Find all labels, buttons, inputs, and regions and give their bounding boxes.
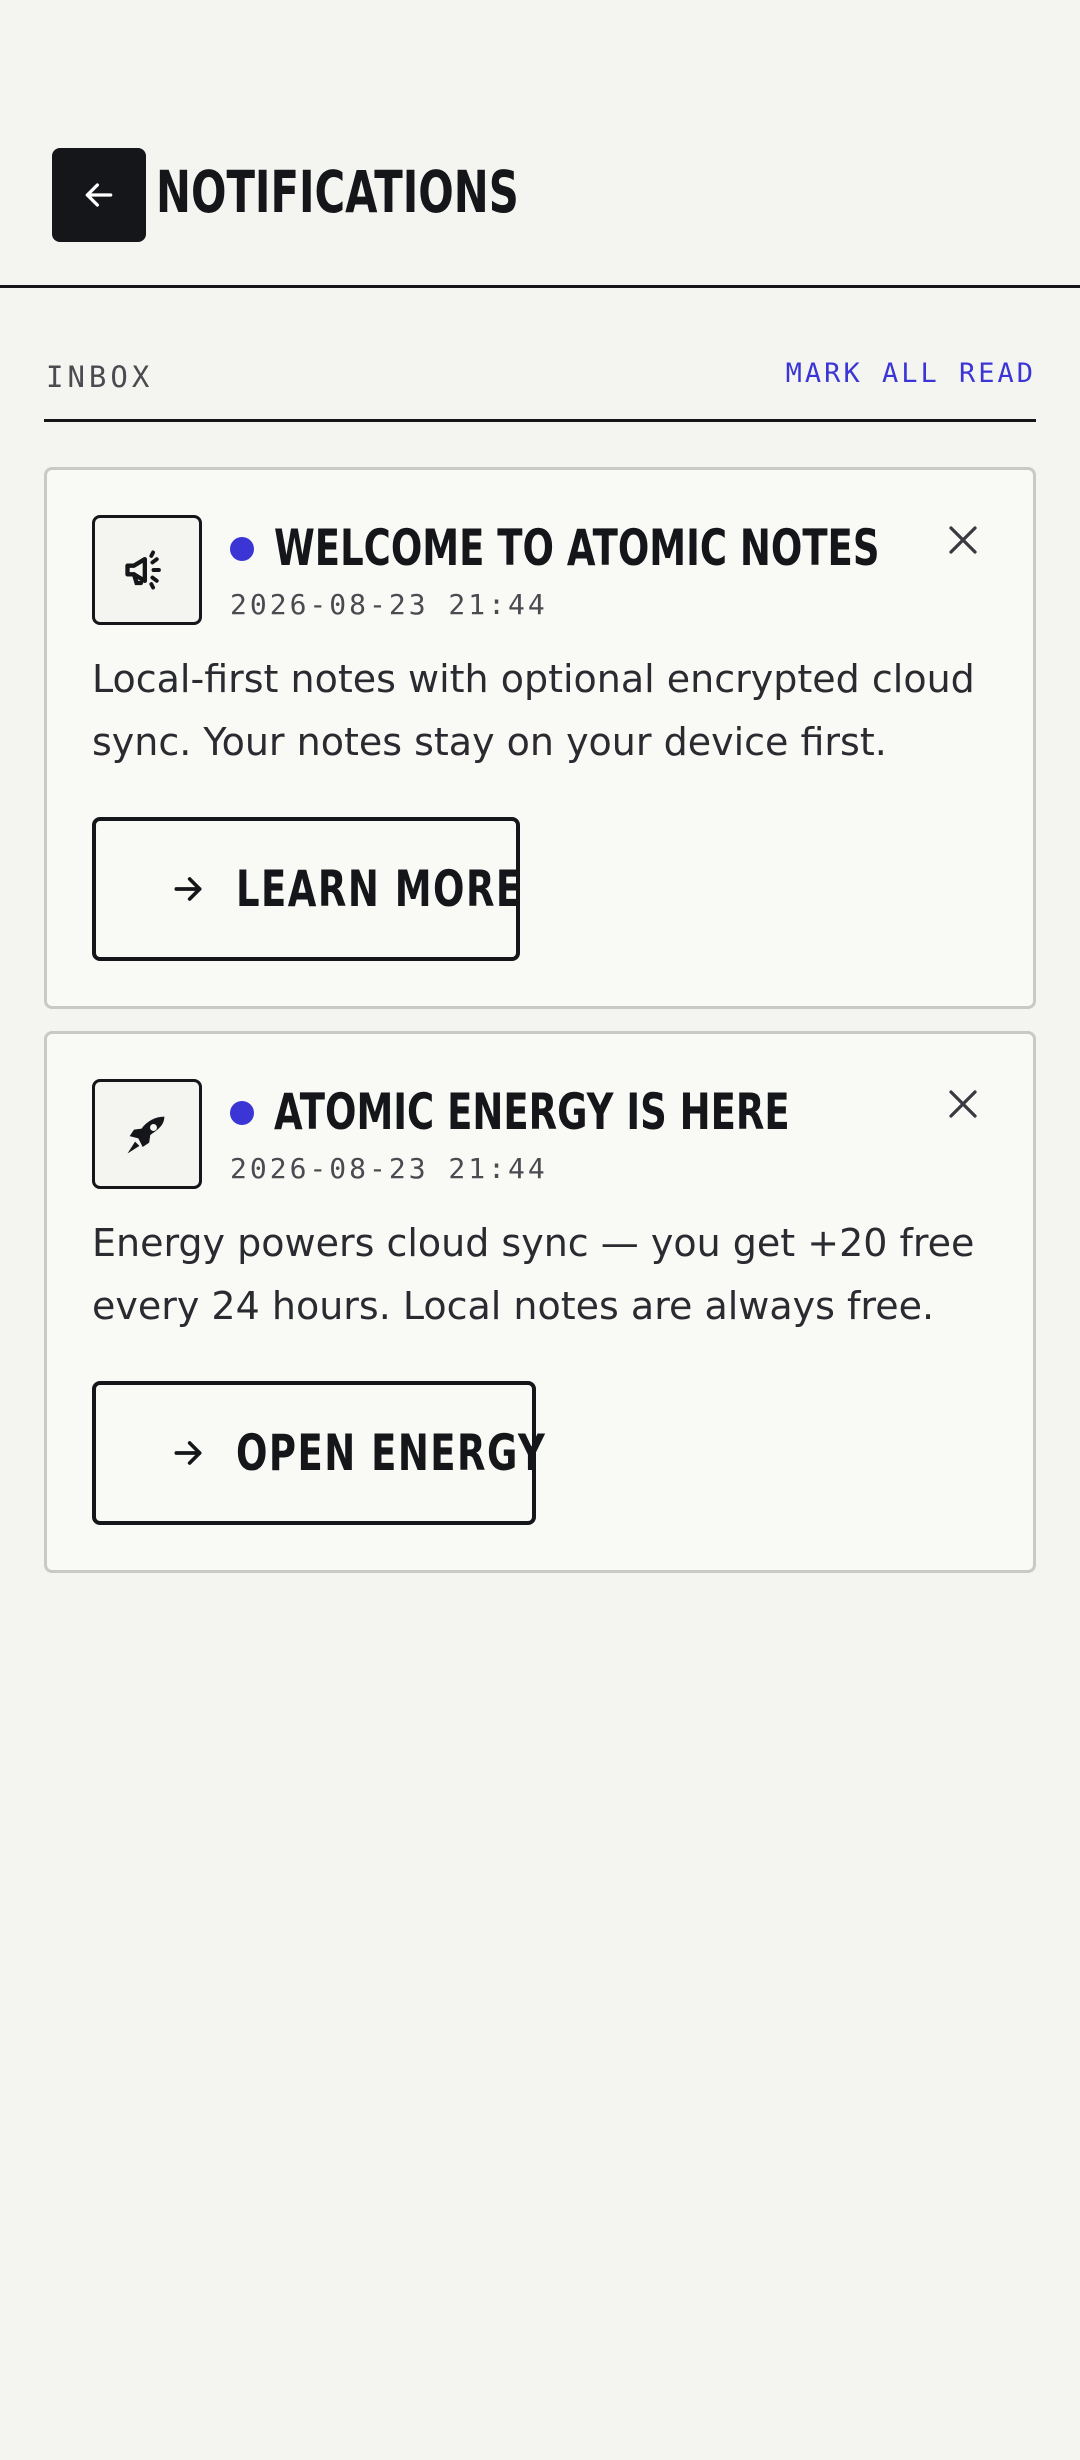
megaphone-icon: [125, 550, 161, 590]
close-icon: [949, 526, 977, 554]
section-label: INBOX: [46, 360, 154, 394]
arrow-right-icon: [168, 1433, 208, 1473]
back-button[interactable]: [52, 148, 146, 242]
unread-indicator: [230, 537, 254, 561]
notifications-screen: NOTIFICATIONS INBOX MARK ALL READ WELCOM…: [0, 0, 1080, 2460]
notification-icon-box: [92, 515, 202, 625]
rocket-icon: [127, 1116, 165, 1154]
notification-timestamp: 2026-08-23 21:44: [230, 588, 548, 621]
unread-indicator: [230, 1101, 254, 1125]
notification-icon-box: [92, 1079, 202, 1189]
notification-timestamp: 2026-08-23 21:44: [230, 1152, 548, 1185]
dismiss-button[interactable]: [938, 1079, 988, 1129]
arrow-right-icon: [168, 869, 208, 909]
inbox-section-header: INBOX MARK ALL READ: [44, 350, 1036, 422]
notification-card: WELCOME TO ATOMIC NOTES 2026-08-23 21:44…: [44, 467, 1036, 1009]
open-energy-button[interactable]: OPEN ENERGY: [92, 1381, 545, 1525]
dismiss-button[interactable]: [938, 515, 988, 565]
arrow-left-icon: [85, 183, 113, 207]
notification-body: Energy powers cloud sync — you get +20 f…: [92, 1221, 975, 1328]
notification-title: ATOMIC ENERGY IS HERE: [274, 1083, 790, 1141]
button-label: OPEN ENERGY: [236, 1424, 547, 1482]
mark-all-read-button[interactable]: MARK ALL READ: [786, 358, 1036, 389]
notification-card: ATOMIC ENERGY IS HERE 2026-08-23 21:44 E…: [44, 1031, 1036, 1573]
button-label: LEARN MORE: [236, 860, 523, 918]
learn-more-button[interactable]: LEARN MORE: [92, 817, 523, 961]
close-icon: [949, 1090, 977, 1118]
notification-title: WELCOME TO ATOMIC NOTES: [274, 519, 880, 577]
header: NOTIFICATIONS: [0, 0, 1080, 288]
page-title: NOTIFICATIONS: [156, 158, 519, 226]
notification-body: Local-first notes with optional encrypte…: [92, 657, 975, 764]
